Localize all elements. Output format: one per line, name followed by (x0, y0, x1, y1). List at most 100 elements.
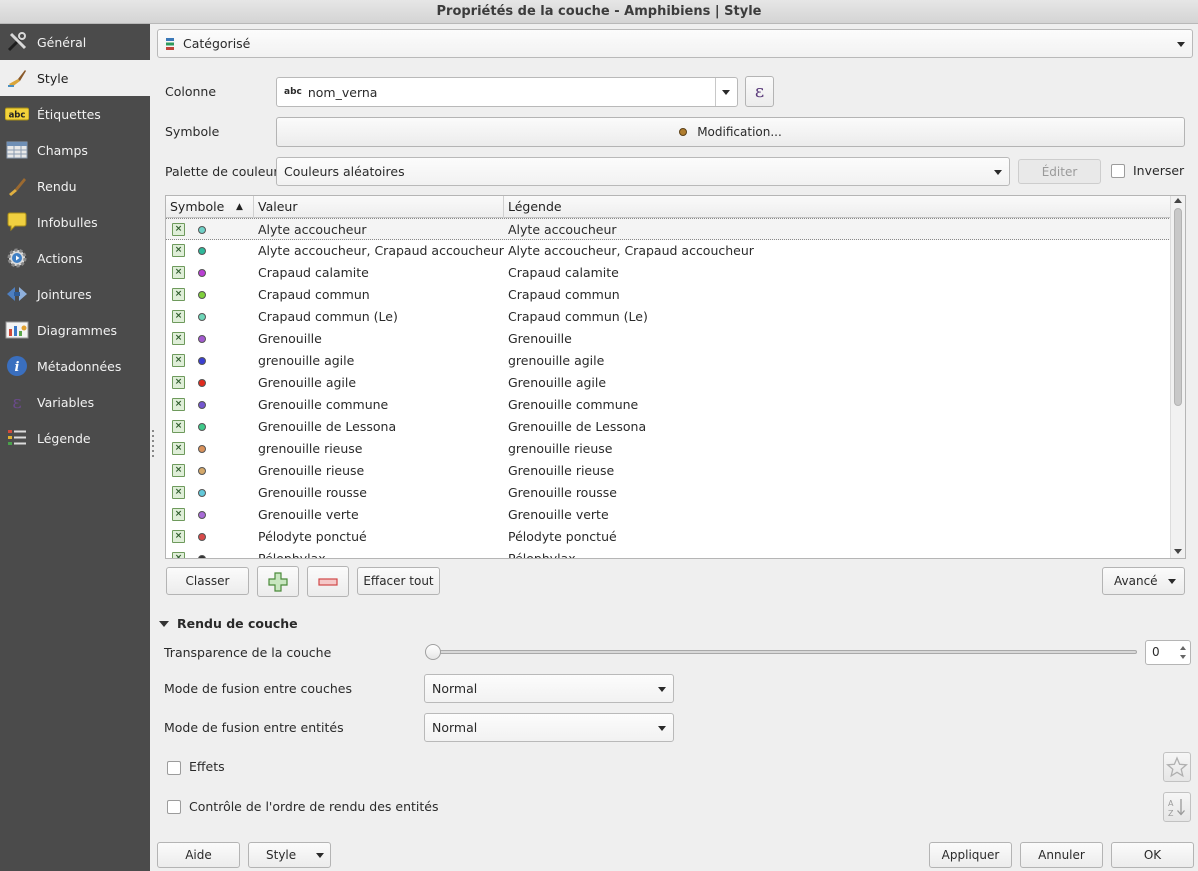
category-legend[interactable]: Grenouille commune (508, 394, 638, 416)
category-value[interactable]: Grenouille de Lessona (258, 416, 396, 438)
sidebar-item-style[interactable]: Style (0, 60, 150, 96)
invert-ramp-checkbox[interactable] (1111, 164, 1125, 178)
category-symbol-dot[interactable] (198, 533, 206, 541)
category-value[interactable]: Alyte accoucheur (258, 219, 367, 241)
table-row[interactable]: × Grenouille rieuse Grenouille rieuse (166, 460, 1171, 482)
table-row[interactable]: × grenouille rieuse grenouille rieuse (166, 438, 1171, 460)
category-visible-checkbox[interactable]: × (172, 310, 185, 323)
table-row[interactable]: × Grenouille de Lessona Grenouille de Less… (166, 416, 1171, 438)
category-symbol-dot[interactable] (198, 269, 206, 277)
layer-rendering-title[interactable]: Rendu de couche (177, 616, 298, 631)
table-row[interactable]: × Pélodyte ponctué Pélodyte ponctué (166, 526, 1171, 548)
style-menu-button[interactable]: Style (248, 842, 331, 868)
category-visible-checkbox[interactable]: × (172, 530, 185, 543)
table-row[interactable]: × Grenouille commune Grenouille commune (166, 394, 1171, 416)
scroll-down-arrow-icon[interactable] (1174, 549, 1182, 554)
sidebar-item-variables[interactable]: ε Variables (0, 384, 150, 420)
category-legend[interactable]: Alyte accoucheur (508, 219, 617, 241)
table-row[interactable]: × Alyte accoucheur, Crapaud accoucheur Aly… (166, 240, 1171, 262)
category-legend[interactable]: Grenouille (508, 328, 572, 350)
category-value[interactable]: grenouille rieuse (258, 438, 363, 460)
category-value[interactable]: Grenouille verte (258, 504, 359, 526)
category-visible-checkbox[interactable]: × (172, 420, 185, 433)
category-symbol-dot[interactable] (198, 423, 206, 431)
category-symbol-dot[interactable] (198, 335, 206, 343)
category-legend[interactable]: Pélodyte ponctué (508, 526, 617, 548)
category-symbol-dot[interactable] (198, 467, 206, 475)
effects-settings-button[interactable] (1163, 752, 1191, 782)
transparency-slider-track[interactable] (431, 650, 1137, 654)
spin-up-icon[interactable] (1180, 646, 1186, 650)
category-value[interactable]: Grenouille commune (258, 394, 388, 416)
spin-down-icon[interactable] (1180, 655, 1186, 659)
table-row[interactable]: × Pélophylax Pélophylax (166, 548, 1171, 558)
order-by-checkbox[interactable] (167, 800, 181, 814)
category-symbol-dot[interactable] (198, 445, 206, 453)
table-row[interactable]: × Crapaud calamite Crapaud calamite (166, 262, 1171, 284)
category-legend[interactable]: Grenouille rieuse (508, 460, 614, 482)
scrollbar-thumb[interactable] (1174, 208, 1182, 406)
category-visible-checkbox[interactable]: × (172, 552, 185, 558)
category-legend[interactable]: Grenouille rousse (508, 482, 617, 504)
category-visible-checkbox[interactable]: × (172, 332, 185, 345)
category-value[interactable]: Pélodyte ponctué (258, 526, 367, 548)
category-visible-checkbox[interactable]: × (172, 442, 185, 455)
sidebar-item-diagrams[interactable]: Diagrammes (0, 312, 150, 348)
table-row[interactable]: × Grenouille rousse Grenouille rousse (166, 482, 1171, 504)
symbol-modify-button[interactable]: Modification... (276, 117, 1185, 147)
table-row[interactable]: × Crapaud commun Crapaud commun (166, 284, 1171, 306)
category-value[interactable]: Pélophylax (258, 548, 326, 558)
transparency-slider-handle[interactable] (425, 644, 441, 660)
effects-checkbox[interactable] (167, 761, 181, 775)
apply-button[interactable]: Appliquer (929, 842, 1012, 868)
classify-button[interactable]: Classer (166, 567, 249, 595)
remove-category-button[interactable] (307, 566, 349, 597)
expression-button[interactable]: ε (745, 76, 774, 107)
category-legend[interactable]: grenouille rieuse (508, 438, 613, 460)
cancel-button[interactable]: Annuler (1020, 842, 1103, 868)
feature-blend-select[interactable]: Normal (424, 713, 674, 742)
sidebar-item-actions[interactable]: Actions (0, 240, 150, 276)
category-visible-checkbox[interactable]: × (172, 508, 185, 521)
category-value[interactable]: Alyte accoucheur, Crapaud accoucheur (258, 240, 504, 262)
category-legend[interactable]: Crapaud commun (508, 284, 620, 306)
layer-blend-select[interactable]: Normal (424, 674, 674, 703)
category-symbol-dot[interactable] (198, 401, 206, 409)
category-value[interactable]: Grenouille rieuse (258, 460, 364, 482)
category-value[interactable]: Grenouille rousse (258, 482, 367, 504)
category-symbol-dot[interactable] (198, 313, 206, 321)
add-category-button[interactable] (257, 566, 299, 597)
category-visible-checkbox[interactable]: × (172, 464, 185, 477)
category-symbol-dot[interactable] (198, 555, 206, 558)
category-legend[interactable]: Grenouille agile (508, 372, 606, 394)
help-button[interactable]: Aide (157, 842, 240, 868)
scroll-up-arrow-icon[interactable] (1174, 198, 1182, 203)
category-symbol-dot[interactable] (198, 247, 206, 255)
col-header-symbol[interactable]: Symbole ▲ (166, 196, 254, 218)
color-ramp-select[interactable]: Couleurs aléatoires (276, 157, 1010, 186)
order-by-settings-button[interactable]: AZ (1163, 792, 1191, 822)
category-legend[interactable]: Crapaud calamite (508, 262, 619, 284)
collapse-toggle-icon[interactable] (159, 621, 169, 627)
category-legend[interactable]: Grenouille de Lessona (508, 416, 646, 438)
advanced-menu-button[interactable]: Avancé (1102, 567, 1185, 595)
column-field-select[interactable]: abc nom_verna (276, 77, 738, 107)
sidebar-item-joins[interactable]: Jointures (0, 276, 150, 312)
table-row[interactable]: × Grenouille Grenouille (166, 328, 1171, 350)
table-row[interactable]: × grenouille agile grenouille agile (166, 350, 1171, 372)
category-legend[interactable]: Alyte accoucheur, Crapaud accoucheur (508, 240, 754, 262)
table-row[interactable]: × Crapaud commun (Le) Crapaud commun (Le) (166, 306, 1171, 328)
category-value[interactable]: Grenouille agile (258, 372, 356, 394)
category-visible-checkbox[interactable]: × (172, 376, 185, 389)
category-value[interactable]: Grenouille (258, 328, 322, 350)
sidebar-item-general[interactable]: Général (0, 24, 150, 60)
transparency-spinbox[interactable]: 0 (1145, 640, 1191, 665)
table-row[interactable]: × Grenouille agile Grenouille agile (166, 372, 1171, 394)
category-value[interactable]: Crapaud commun (Le) (258, 306, 398, 328)
category-visible-checkbox[interactable]: × (172, 223, 185, 236)
col-header-legend[interactable]: Légende (504, 196, 1171, 218)
sidebar-item-labels[interactable]: abc Étiquettes (0, 96, 150, 132)
category-symbol-dot[interactable] (198, 489, 206, 497)
category-visible-checkbox[interactable]: × (172, 288, 185, 301)
sidebar-item-legend[interactable]: Légende (0, 420, 150, 456)
